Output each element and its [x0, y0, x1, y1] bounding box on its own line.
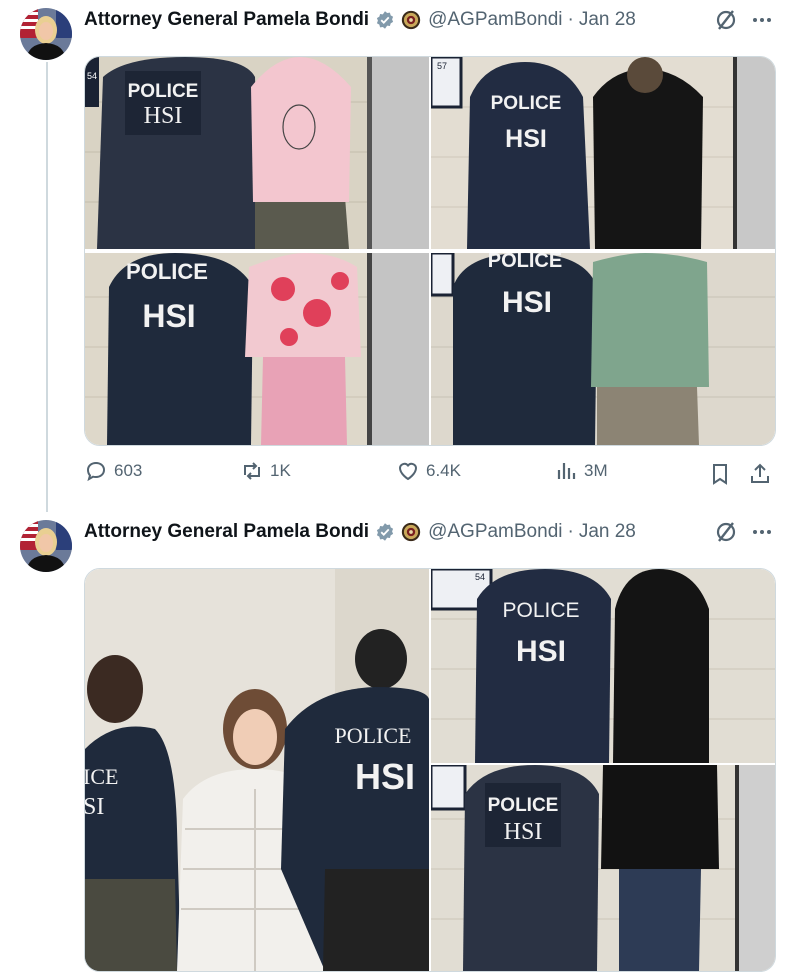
- views-count: 3M: [584, 461, 608, 480]
- more-icon[interactable]: [750, 8, 774, 32]
- photo-1[interactable]: 54 POLICE HSI: [85, 57, 429, 249]
- photo-4[interactable]: POLICE HSI: [429, 250, 775, 445]
- vest-label-line2: HSI: [355, 756, 415, 797]
- author-name[interactable]: Attorney General Pamela Bondi: [84, 521, 369, 543]
- doj-seal-icon: [401, 522, 421, 542]
- verified-badge-icon: [376, 11, 394, 29]
- post-header: Attorney General Pamela Bondi @AGPamBond…: [84, 518, 636, 546]
- post-date[interactable]: Jan 28: [579, 521, 636, 543]
- share-icon[interactable]: [748, 462, 772, 486]
- author-name[interactable]: Attorney General Pamela Bondi: [84, 9, 369, 31]
- views-button[interactable]: 3M: [554, 459, 608, 483]
- doj-seal-icon: [401, 10, 421, 30]
- repost-button[interactable]: 1K: [240, 459, 291, 483]
- photo-3[interactable]: POLICE HSI: [85, 253, 429, 445]
- vest-label-line1: POLICE: [128, 81, 199, 102]
- repost-count: 1K: [270, 461, 291, 480]
- post-1: Attorney General Pamela Bondi @AGPamBond…: [0, 0, 804, 512]
- grok-icon[interactable]: [714, 520, 738, 544]
- photo-2[interactable]: 54 POLICE HSI: [429, 569, 775, 763]
- like-icon: [398, 462, 418, 481]
- vest-label-line2: HSI: [516, 635, 566, 668]
- bookmark-icon[interactable]: [708, 462, 732, 486]
- vest-label-line2: HSI: [502, 286, 552, 319]
- reply-count: 603: [114, 461, 143, 480]
- media-grid: 54 POLICE HSI 57 POLICE HSI POLICE HSI P…: [84, 56, 776, 446]
- photo-sign-number: 54: [475, 572, 485, 582]
- vest-label-line2: SI: [85, 794, 104, 820]
- vest-label-line2: HSI: [504, 819, 543, 845]
- photo-sign-number: 54: [87, 71, 97, 81]
- post-2: Attorney General Pamela Bondi @AGPamBond…: [0, 512, 804, 972]
- photo-sign-number: 57: [437, 61, 447, 71]
- vest-label-line1: POLICE: [491, 93, 562, 114]
- reply-icon: [86, 461, 106, 482]
- reply-button[interactable]: 603: [84, 459, 142, 483]
- photo-1[interactable]: ICE SI POLICE HSI: [85, 569, 429, 971]
- more-icon[interactable]: [750, 520, 774, 544]
- views-icon: [557, 463, 576, 479]
- like-count: 6.4K: [426, 461, 461, 480]
- post-actions: 603 1K 6.4K 3M: [84, 459, 774, 489]
- avatar[interactable]: [20, 520, 72, 572]
- vest-label-line2: HSI: [144, 103, 183, 129]
- repost-icon: [244, 462, 260, 480]
- vest-label-line1: POLICE: [488, 795, 559, 816]
- separator-dot: ·: [567, 521, 574, 542]
- post-date[interactable]: Jan 28: [579, 9, 636, 31]
- vest-label-line1: POLICE: [126, 259, 208, 284]
- avatar[interactable]: [20, 8, 72, 60]
- photo-3[interactable]: POLICE HSI: [429, 763, 775, 971]
- vest-label-line2: HSI: [505, 125, 547, 153]
- vest-label-line1: ICE: [85, 764, 118, 789]
- separator-dot: ·: [567, 9, 574, 30]
- author-handle[interactable]: @AGPamBondi: [428, 521, 562, 543]
- like-button[interactable]: 6.4K: [396, 459, 461, 483]
- vest-label-line1: POLICE: [335, 723, 412, 748]
- vest-label-line1: POLICE: [502, 599, 579, 622]
- verified-badge-icon: [376, 523, 394, 541]
- post-header: Attorney General Pamela Bondi @AGPamBond…: [84, 6, 636, 34]
- vest-label-line1: POLICE: [488, 250, 562, 272]
- photo-2[interactable]: 57 POLICE HSI: [429, 57, 775, 249]
- grok-icon[interactable]: [714, 8, 738, 32]
- media-grid: ICE SI POLICE HSI 54 POLICE HSI POLICE H…: [84, 568, 776, 972]
- vest-label-line2: HSI: [142, 298, 195, 334]
- author-handle[interactable]: @AGPamBondi: [428, 9, 562, 31]
